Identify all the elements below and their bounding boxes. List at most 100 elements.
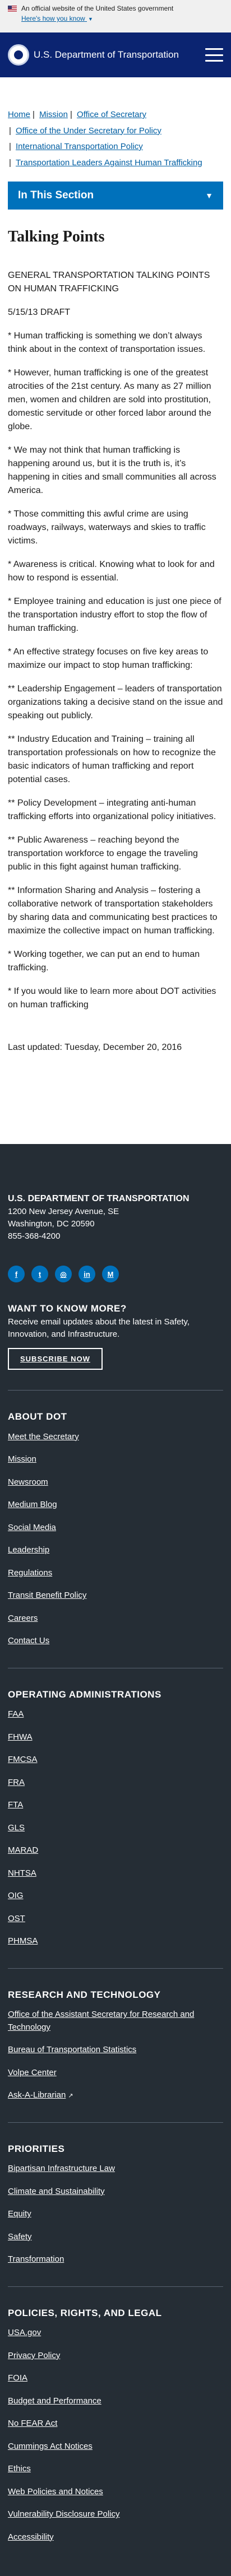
breadcrumb-office-secretary[interactable]: Office of Secretary xyxy=(77,109,146,122)
operating-admin-link[interactable]: FMCSA xyxy=(8,1755,38,1764)
list-item: Mission xyxy=(8,1453,223,1466)
subscribe-button[interactable]: SUBSCRIBE NOW xyxy=(8,1347,103,1370)
list-item: GLS xyxy=(8,1822,223,1835)
list-item: Bureau of Transportation Statistics xyxy=(8,2044,223,2057)
list-item: FOIA xyxy=(8,2372,223,2385)
facebook-icon[interactable]: f xyxy=(8,1266,25,1283)
want-to-know-text: Receive email updates about the latest i… xyxy=(8,1317,190,1340)
policies-link[interactable]: FOIA xyxy=(8,2373,27,2383)
about-link[interactable]: Mission xyxy=(8,1454,36,1464)
talking-point: * Working together, we can put an end to… xyxy=(8,950,200,973)
last-updated: Last updated: Tuesday, December 20, 2016 xyxy=(8,1043,182,1052)
footer-divider xyxy=(8,2286,223,2287)
instagram-icon[interactable]: ◎ xyxy=(55,1266,72,1283)
talking-point: ** Policy Development – integrating anti… xyxy=(8,798,216,821)
policies-link[interactable]: Budget and Performance xyxy=(8,2396,101,2406)
priorities-link[interactable]: Safety xyxy=(8,2232,32,2242)
menu-hamburger-icon[interactable] xyxy=(205,48,223,62)
operating-admin-link[interactable]: FHWA xyxy=(8,1732,33,1742)
policies-link[interactable]: Ethics xyxy=(8,2464,31,2473)
policies-link[interactable]: Accessibility xyxy=(8,2532,54,2542)
priorities-link[interactable]: Climate and Sustainability xyxy=(8,2187,105,2196)
talking-point: * If you would like to learn more about … xyxy=(8,987,216,1010)
about-link[interactable]: Contact Us xyxy=(8,1636,49,1645)
research-link[interactable]: Ask-A-Librarian xyxy=(8,2090,66,2100)
list-item: NHTSA xyxy=(8,1867,223,1880)
list-item: FAA xyxy=(8,1708,223,1721)
policies-link[interactable]: No FEAR Act xyxy=(8,2419,57,2428)
about-dot-title: ABOUT DOT xyxy=(8,1411,67,1422)
dot-home-link[interactable]: U.S. Department of Transportation xyxy=(8,44,179,66)
about-link[interactable]: Meet the Secretary xyxy=(8,1432,79,1442)
talking-points-list: * Human trafficking is something we don’… xyxy=(8,329,223,1012)
list-item: Accessibility xyxy=(8,2531,223,2544)
list-item: Bipartisan Infrastructure Law xyxy=(8,2163,223,2175)
talking-point: * We may not think that human traffickin… xyxy=(8,445,216,495)
breadcrumb-leaders[interactable]: Transportation Leaders Against Human Tra… xyxy=(8,157,223,170)
list-item: Equity xyxy=(8,2208,223,2221)
policies-title: POLICIES, RIGHTS, AND LEGAL xyxy=(8,2307,162,2318)
linkedin-icon[interactable]: in xyxy=(78,1266,95,1283)
priorities-link[interactable]: Transformation xyxy=(8,2254,64,2264)
about-link[interactable]: Transit Benefit Policy xyxy=(8,1591,86,1600)
list-item: Safety xyxy=(8,2231,223,2244)
list-item: Climate and Sustainability xyxy=(8,2186,223,2198)
breadcrumb-mission[interactable]: Mission xyxy=(39,109,68,122)
breadcrumb-home[interactable]: Home xyxy=(8,109,30,122)
research-link[interactable]: Bureau of Transportation Statistics xyxy=(8,2045,136,2054)
about-link[interactable]: Social Media xyxy=(8,1523,56,1532)
site-header: U.S. Department of Transportation xyxy=(0,32,231,77)
policies-link[interactable]: USA.gov xyxy=(8,2328,41,2337)
list-item: Ethics xyxy=(8,2463,223,2476)
talking-point: * However, human trafficking is one of t… xyxy=(8,368,211,431)
breadcrumb-intl-policy[interactable]: International Transportation Policy xyxy=(8,141,223,154)
external-link-icon: ↗ xyxy=(68,2093,73,2100)
operating-admin-link[interactable]: OST xyxy=(8,1914,25,1923)
about-link[interactable]: Newsroom xyxy=(8,1477,48,1487)
list-item: PHMSA xyxy=(8,1935,223,1948)
priorities-link[interactable]: Equity xyxy=(8,2209,31,2219)
list-item: OIG xyxy=(8,1890,223,1903)
research-link[interactable]: Volpe Center xyxy=(8,2068,57,2077)
footer-phone: 855-368-4200 xyxy=(8,1231,61,1241)
research-link[interactable]: Office of the Assistant Secretary for Re… xyxy=(8,2010,194,2032)
policies-link[interactable]: Cummings Act Notices xyxy=(8,2442,93,2451)
list-item: No FEAR Act xyxy=(8,2417,223,2430)
list-item: Office of the Assistant Secretary for Re… xyxy=(8,2008,223,2034)
about-link[interactable]: Careers xyxy=(8,1614,38,1623)
list-item: Meet the Secretary xyxy=(8,1431,223,1444)
list-item: Social Media xyxy=(8,1522,223,1535)
operating-admin-title: OPERATING ADMINISTRATIONS xyxy=(8,1689,161,1700)
list-item: FTA xyxy=(8,1799,223,1812)
policies-link[interactable]: Web Policies and Notices xyxy=(8,2487,103,2496)
policies-link[interactable]: Vulnerability Disclosure Policy xyxy=(8,2509,120,2519)
list-item: Cummings Act Notices xyxy=(8,2440,223,2453)
list-item: USA.gov xyxy=(8,2327,223,2340)
list-item: FHWA xyxy=(8,1731,223,1744)
operating-admin-link[interactable]: PHMSA xyxy=(8,1936,38,1946)
list-item: Transit Benefit Policy xyxy=(8,1589,223,1602)
about-link[interactable]: Medium Blog xyxy=(8,1500,57,1509)
operating-admin-link[interactable]: FAA xyxy=(8,1709,24,1719)
heres-how-you-know-link[interactable]: Here's how you know ▼ xyxy=(21,13,223,24)
about-link[interactable]: Regulations xyxy=(8,1568,52,1578)
list-item: Contact Us xyxy=(8,1635,223,1648)
operating-admin-link[interactable]: OIG xyxy=(8,1891,24,1900)
operating-admin-link[interactable]: FTA xyxy=(8,1800,23,1810)
talking-point: * Awareness is critical. Knowing what to… xyxy=(8,560,215,583)
priorities-link[interactable]: Bipartisan Infrastructure Law xyxy=(8,2164,115,2173)
breadcrumb-under-secretary[interactable]: Office of the Under Secretary for Policy xyxy=(8,125,223,138)
in-this-section-toggle[interactable]: In This Section ▼ xyxy=(8,182,223,210)
talking-point: * Those committing this awful crime are … xyxy=(8,509,206,546)
operating-admin-link[interactable]: NHTSA xyxy=(8,1868,36,1878)
priorities-links: Bipartisan Infrastructure Law Climate and… xyxy=(8,2163,223,2266)
list-item: Vulnerability Disclosure Policy xyxy=(8,2508,223,2521)
footer-address-line2: Washington, DC 20590 xyxy=(8,1219,95,1229)
operating-admin-link[interactable]: FRA xyxy=(8,1778,25,1787)
medium-icon[interactable]: M xyxy=(102,1266,119,1283)
operating-admin-link[interactable]: GLS xyxy=(8,1823,25,1833)
operating-admin-link[interactable]: MARAD xyxy=(8,1845,38,1855)
about-link[interactable]: Leadership xyxy=(8,1545,49,1555)
policies-link[interactable]: Privacy Policy xyxy=(8,2351,60,2360)
twitter-icon[interactable]: t xyxy=(31,1266,48,1283)
